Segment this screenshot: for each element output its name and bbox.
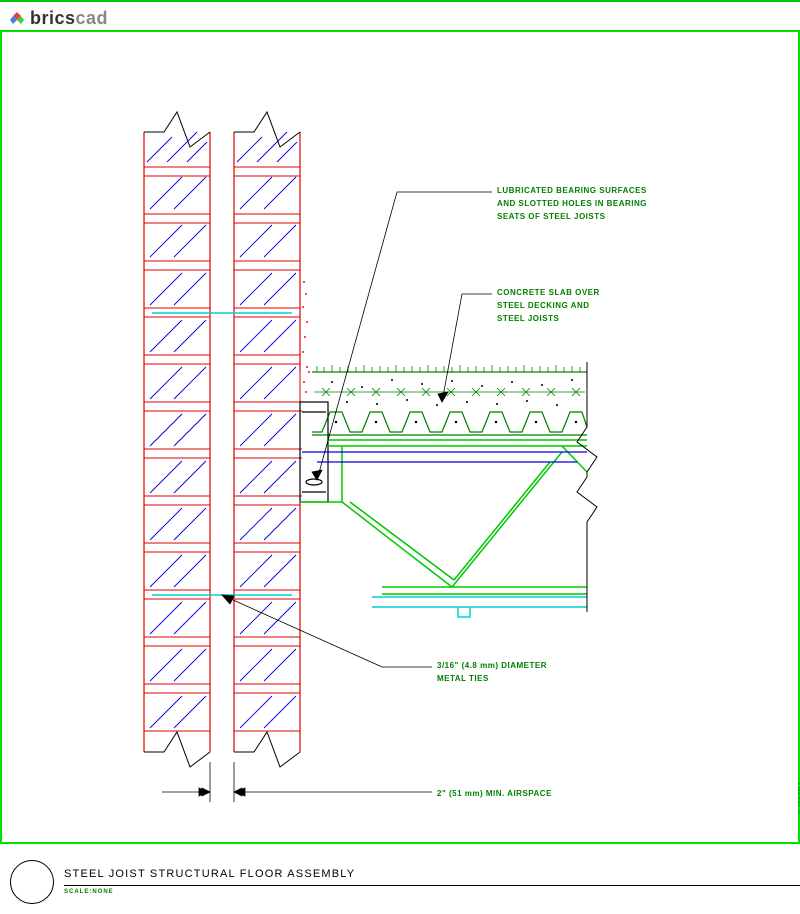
annotation-airspace: 2" (51 mm) MIN. AIRSPACE	[437, 788, 552, 801]
cad-drawing	[2, 32, 798, 844]
annotation-ties: 3/16" (4.8 mm) DIAMETER METAL TIES	[437, 660, 547, 686]
drawing-scale: SCALE:NONE	[64, 889, 800, 895]
drawing-id: TN248F3	[796, 782, 800, 814]
bricscad-logo-icon	[10, 12, 24, 26]
drawing-area: LUBRICATED BEARING SURFACES AND SLOTTED …	[0, 30, 800, 844]
brand-cad: cad	[76, 8, 109, 28]
title-circle-icon	[10, 860, 54, 904]
brand-text: bricscad	[30, 8, 108, 29]
drawing-title: STEEL JOIST STRUCTURAL FLOOR ASSEMBLY	[64, 868, 800, 886]
annotation-slab: CONCRETE SLAB OVER STEEL DECKING AND STE…	[497, 287, 600, 325]
brand-brics: brics	[30, 8, 76, 28]
title-block: STEEL JOIST STRUCTURAL FLOOR ASSEMBLY SC…	[0, 849, 800, 914]
annotation-bearing: LUBRICATED BEARING SURFACES AND SLOTTED …	[497, 185, 647, 223]
